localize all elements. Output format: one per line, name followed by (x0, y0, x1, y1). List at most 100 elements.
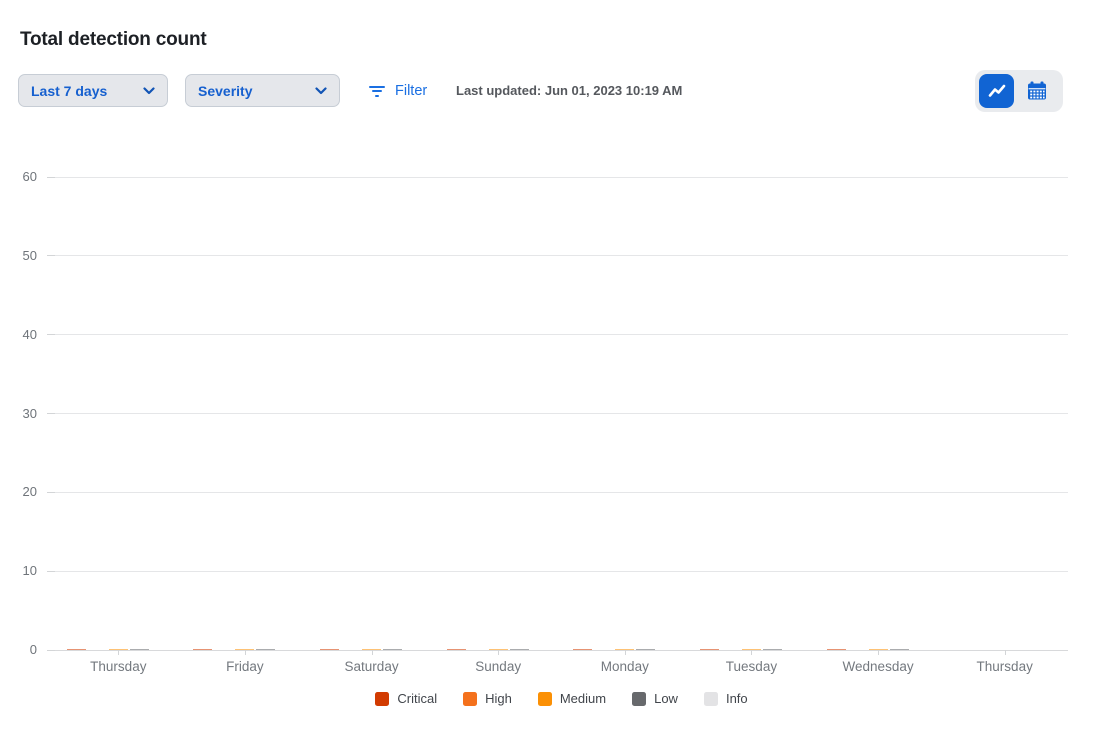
bars-row (562, 177, 689, 650)
bar-slot-low (256, 649, 275, 650)
x-axis-tick (878, 650, 879, 655)
last-updated-text: Last updated: Jun 01, 2023 10:19 AM (456, 83, 682, 98)
x-axis-tick (751, 650, 752, 655)
legend-swatch-critical (375, 692, 389, 706)
legend-label: Info (726, 691, 748, 706)
date-range-value: Last 7 days (31, 83, 107, 99)
bar-low-saturday[interactable] (383, 649, 402, 650)
x-axis-tick (245, 650, 246, 655)
y-axis-label: 20 (3, 484, 37, 499)
y-axis-tick (47, 413, 55, 414)
bar-slot-low (763, 649, 782, 650)
bar-slot-critical (447, 649, 466, 650)
legend-item-low[interactable]: Low (632, 691, 678, 706)
chart-legend: Critical High Medium Low Info (55, 691, 1068, 706)
bar-critical-monday[interactable] (573, 649, 592, 650)
legend-swatch-medium (538, 692, 552, 706)
bar-chart-plot: 0102030405060ThursdayFridaySaturdaySunda… (55, 177, 1068, 650)
line-chart-icon (986, 80, 1008, 102)
bar-slot-low (510, 649, 529, 650)
y-axis-label: 30 (3, 406, 37, 421)
x-axis-tick (498, 650, 499, 655)
filter-button[interactable]: Filter (369, 79, 427, 103)
legend-label: Low (654, 691, 678, 706)
bars-row (815, 177, 942, 650)
bars-row (308, 177, 435, 650)
dashboard-panel: Total detection count Last 7 days Severi… (0, 0, 1108, 736)
legend-item-info[interactable]: Info (704, 691, 748, 706)
group-by-select[interactable]: Severity (185, 74, 340, 107)
bar-low-wednesday[interactable] (890, 649, 909, 650)
bar-slot-critical (193, 649, 212, 650)
filter-button-label: Filter (395, 83, 427, 99)
x-axis-label: Friday (226, 659, 264, 674)
bar-group-wednesday-6: Wednesday (815, 177, 942, 650)
bar-low-thursday[interactable] (130, 649, 149, 650)
x-axis-label: Monday (601, 659, 649, 674)
legend-item-critical[interactable]: Critical (375, 691, 437, 706)
legend-label: Critical (397, 691, 437, 706)
bar-low-monday[interactable] (636, 649, 655, 650)
legend-swatch-high (463, 692, 477, 706)
x-axis-tick (118, 650, 119, 655)
x-axis-tick (1005, 650, 1006, 655)
x-axis-tick (372, 650, 373, 655)
page-title: Total detection count (20, 29, 207, 51)
y-axis-label: 60 (3, 169, 37, 184)
x-axis-label: Thursday (90, 659, 146, 674)
bar-group-monday-4: Monday (562, 177, 689, 650)
bar-groups: ThursdayFridaySaturdaySundayMondayTuesda… (55, 177, 1068, 650)
bar-slot-critical (320, 649, 339, 650)
bar-slot-critical (67, 649, 86, 650)
bar-group-saturday-2: Saturday (308, 177, 435, 650)
bar-low-friday[interactable] (256, 649, 275, 650)
bars-row (55, 177, 182, 650)
calendar-view-button[interactable] (1019, 74, 1054, 108)
bars-row (435, 177, 562, 650)
y-axis-label: 10 (3, 563, 37, 578)
bar-critical-friday[interactable] (193, 649, 212, 650)
bar-slot-critical (827, 649, 846, 650)
y-axis-tick (47, 334, 55, 335)
filter-icon (369, 86, 385, 97)
bar-critical-sunday[interactable] (447, 649, 466, 650)
line-chart-view-button[interactable] (979, 74, 1014, 108)
chart-view-toggle (975, 70, 1063, 112)
legend-swatch-info (704, 692, 718, 706)
bar-group-sunday-3: Sunday (435, 177, 562, 650)
y-axis-label: 0 (3, 642, 37, 657)
bar-slot-low (130, 649, 149, 650)
bars-row (941, 177, 1068, 650)
bars-row (182, 177, 309, 650)
legend-item-medium[interactable]: Medium (538, 691, 606, 706)
bar-critical-thursday[interactable] (67, 649, 86, 650)
bar-group-thursday-7: Thursday (941, 177, 1068, 650)
y-axis-tick (47, 492, 55, 493)
bar-low-tuesday[interactable] (763, 649, 782, 650)
legend-label: Medium (560, 691, 606, 706)
bar-critical-tuesday[interactable] (700, 649, 719, 650)
date-range-select[interactable]: Last 7 days (18, 74, 168, 107)
bar-group-thursday-0: Thursday (55, 177, 182, 650)
group-by-value: Severity (198, 83, 252, 99)
y-axis-tick (47, 255, 55, 256)
bar-slot-low (890, 649, 909, 650)
y-axis-tick (47, 571, 55, 572)
legend-swatch-low (632, 692, 646, 706)
bar-critical-wednesday[interactable] (827, 649, 846, 650)
bar-critical-saturday[interactable] (320, 649, 339, 650)
x-axis-tick (625, 650, 626, 655)
bar-low-sunday[interactable] (510, 649, 529, 650)
y-axis-tick (47, 177, 55, 178)
calendar-icon (1026, 80, 1048, 102)
bar-group-friday-1: Friday (182, 177, 309, 650)
chevron-down-icon (143, 87, 155, 95)
bars-row (688, 177, 815, 650)
y-axis-label: 50 (3, 248, 37, 263)
bar-slot-critical (573, 649, 592, 650)
x-axis-label: Tuesday (726, 659, 777, 674)
legend-item-high[interactable]: High (463, 691, 512, 706)
bar-slot-critical (700, 649, 719, 650)
x-axis-label: Wednesday (843, 659, 914, 674)
bar-slot-low (383, 649, 402, 650)
